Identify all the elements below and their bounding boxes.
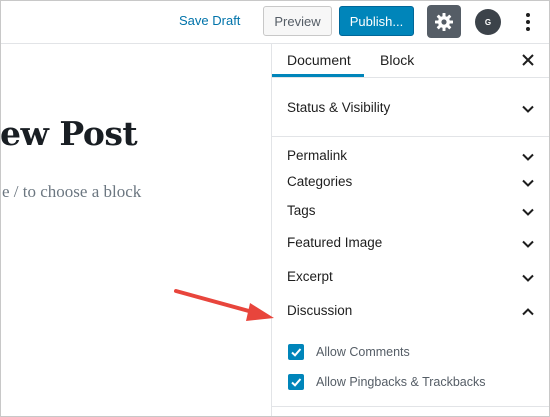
chevron-down-icon (522, 153, 534, 161)
editor-header: Save Draft Preview Publish... G (0, 0, 550, 44)
chevron-up-icon (522, 308, 534, 316)
checkmark-icon (291, 378, 302, 387)
allow-pingbacks-checkbox[interactable] (288, 374, 304, 390)
vertical-ellipsis-icon (526, 13, 530, 31)
save-draft-link[interactable]: Save Draft (179, 13, 240, 28)
settings-sidebar: Document Block Status & Visibility Perma… (271, 44, 550, 417)
editor-canvas: ew Post e / to choose a block (0, 44, 271, 417)
panel-divider (272, 136, 550, 137)
sidebar-tabs: Document Block (272, 44, 550, 78)
chevron-down-icon (522, 274, 534, 282)
allow-pingbacks-label: Allow Pingbacks & Trackbacks (316, 375, 486, 389)
user-avatar[interactable]: G (475, 9, 501, 35)
panel-tags[interactable]: Tags (272, 199, 550, 225)
panel-featured-image[interactable]: Featured Image (272, 231, 550, 257)
panel-label: Permalink (287, 148, 348, 163)
panel-label: Featured Image (287, 235, 383, 250)
close-icon (522, 54, 534, 66)
chevron-down-icon (522, 105, 534, 113)
preview-button[interactable]: Preview (263, 6, 332, 36)
panel-label: Status & Visibility (287, 100, 391, 115)
allow-comments-label: Allow Comments (316, 345, 410, 359)
active-tab-indicator (272, 74, 364, 77)
panel-label: Tags (287, 203, 316, 218)
chevron-down-icon (522, 179, 534, 187)
panel-excerpt[interactable]: Excerpt (272, 265, 550, 291)
chevron-down-icon (522, 208, 534, 216)
panel-status-visibility[interactable]: Status & Visibility (272, 96, 550, 122)
panel-divider (272, 406, 550, 407)
more-options-button[interactable] (518, 8, 538, 36)
allow-comments-checkbox[interactable] (288, 344, 304, 360)
panel-label: Discussion (287, 303, 353, 318)
tab-block[interactable]: Block (380, 52, 414, 68)
avatar-initial: G (484, 17, 492, 27)
post-title[interactable]: ew Post (0, 114, 138, 153)
allow-comments-option[interactable]: Allow Comments (272, 341, 550, 363)
checkmark-icon (291, 348, 302, 357)
panel-discussion[interactable]: Discussion (272, 299, 550, 325)
annotation-arrow (174, 289, 274, 321)
settings-button[interactable] (427, 5, 461, 38)
chevron-down-icon (522, 240, 534, 248)
publish-button[interactable]: Publish... (339, 6, 414, 36)
close-sidebar-button[interactable] (518, 50, 538, 70)
block-placeholder[interactable]: e / to choose a block (2, 182, 141, 202)
panel-label: Excerpt (287, 269, 333, 284)
panel-label: Categories (287, 174, 353, 189)
tab-document[interactable]: Document (287, 52, 351, 68)
gear-icon (435, 12, 453, 31)
panel-permalink[interactable]: Permalink (272, 144, 550, 170)
panel-categories[interactable]: Categories (272, 170, 550, 196)
allow-pingbacks-option[interactable]: Allow Pingbacks & Trackbacks (272, 371, 550, 393)
